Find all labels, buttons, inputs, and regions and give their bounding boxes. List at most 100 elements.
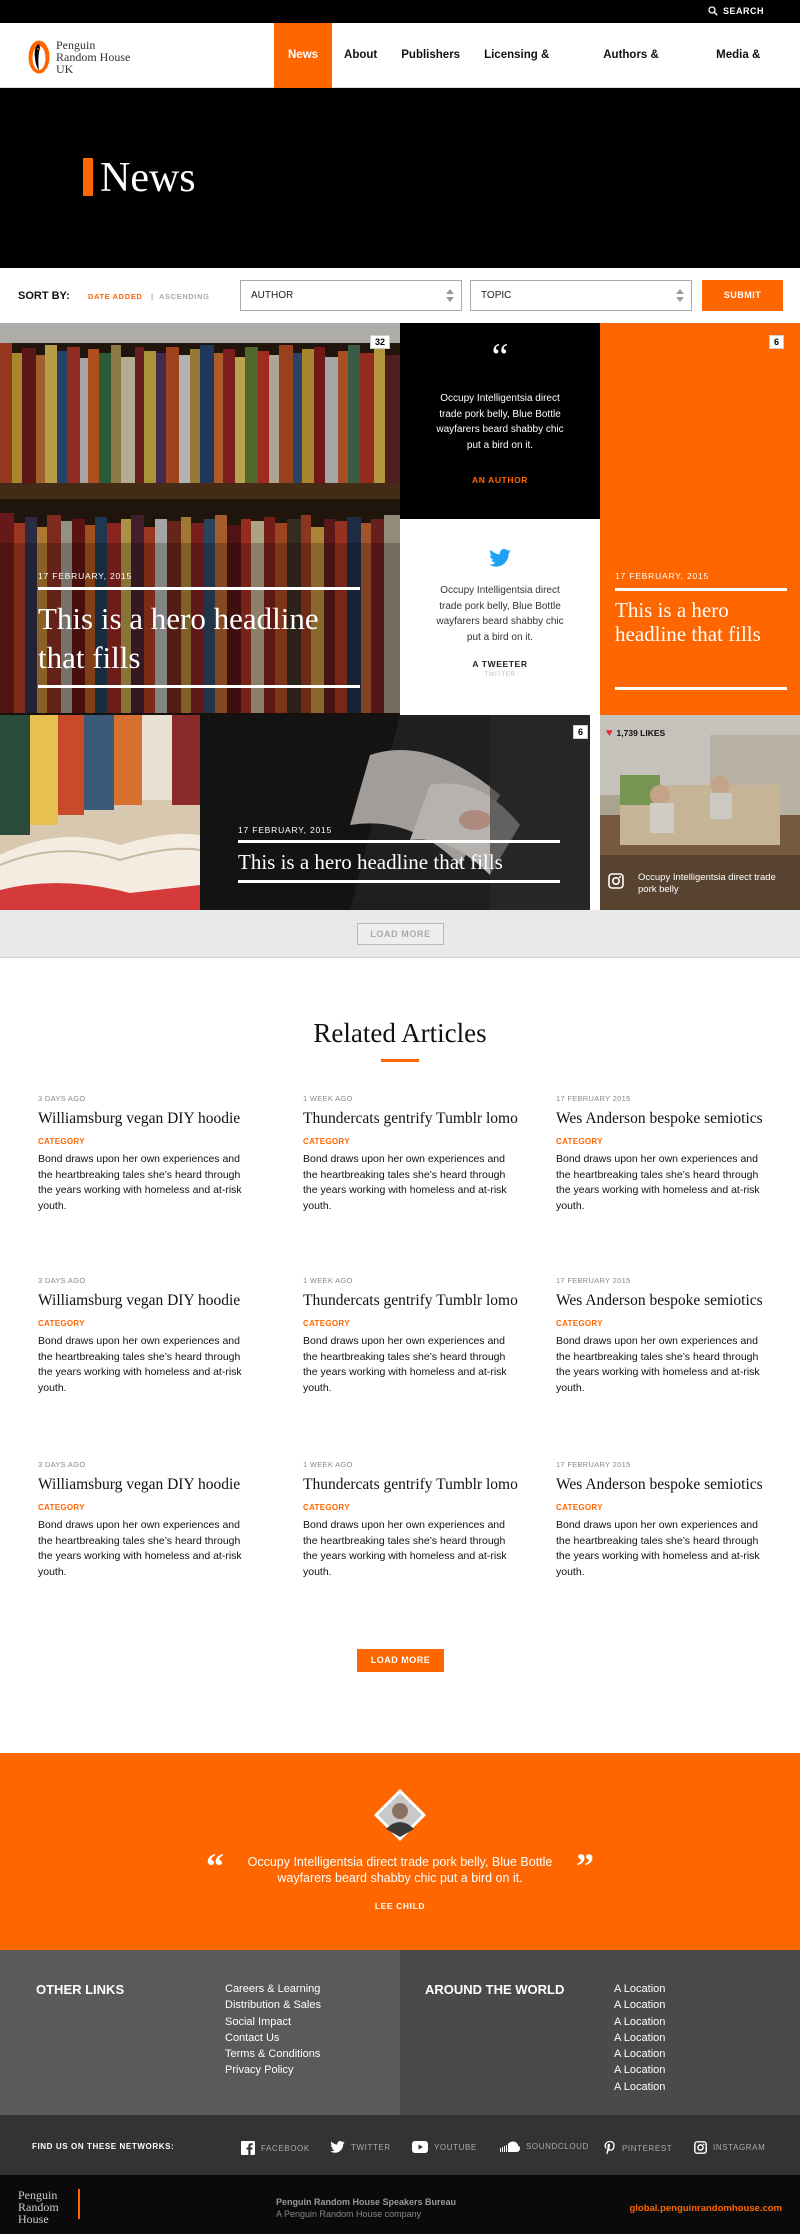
pinterest-icon (604, 2141, 615, 2155)
pinterest-link[interactable]: PINTEREST (604, 2141, 672, 2155)
article-title[interactable]: Wes Anderson bespoke semiotics (556, 1475, 771, 1495)
load-more-articles-button[interactable]: LOAD MORE (357, 1649, 444, 1672)
link-social-impact[interactable]: Social Impact (225, 2014, 321, 2030)
article-category[interactable]: CATEGORY (303, 1319, 518, 1328)
hero-tile-bookshelf[interactable]: 32 17 FEBRUARY, 2015 This is a hero head… (0, 323, 400, 715)
article-title[interactable]: Wes Anderson bespoke semiotics (556, 1109, 771, 1129)
article-category[interactable]: CATEGORY (38, 1503, 253, 1512)
article-category[interactable]: CATEGORY (303, 1503, 518, 1512)
wide-headline-tile[interactable]: 6 17 FEBRUARY, 2015 This is a hero headl… (200, 715, 590, 910)
hero-rule-bottom (38, 685, 360, 688)
soundcloud-link[interactable]: SOUNDCLOUD (500, 2141, 589, 2152)
article-body: Bond draws upon her own experiences and … (556, 1153, 760, 1212)
load-more-button[interactable]: LOAD MORE (357, 923, 444, 945)
main-header: Penguin Random House UK News About Publi… (0, 23, 800, 126)
article-title[interactable]: Williamsburg vegan DIY hoodie (38, 1109, 253, 1129)
topic-select[interactable]: TOPIC (470, 280, 692, 311)
article-card[interactable]: 1 WEEK AGO Thundercats gentrify Tumblr l… (303, 1094, 518, 1214)
instagram-label: INSTAGRAM (713, 2143, 766, 2152)
location-link[interactable]: A Location (614, 2046, 665, 2062)
article-card[interactable]: 17 FEBRUARY 2015 Wes Anderson bespoke se… (556, 1094, 771, 1214)
nav-authors-agents[interactable]: Authors & Agents (591, 23, 704, 126)
twitter-icon (330, 2141, 345, 2153)
link-careers[interactable]: Careers & Learning (225, 1981, 321, 1997)
link-terms[interactable]: Terms & Conditions (225, 2046, 321, 2062)
open-book-tile[interactable] (0, 715, 200, 910)
orange-rule-bottom (615, 687, 787, 690)
sort-ascending[interactable]: ASCENDING (159, 292, 209, 301)
select-arrows-icon (676, 289, 684, 302)
article-card[interactable]: 17 FEBRUARY 2015 Wes Anderson bespoke se… (556, 1276, 771, 1396)
location-link[interactable]: A Location (614, 2079, 665, 2095)
location-link[interactable]: A Location (614, 2014, 665, 2030)
article-card[interactable]: 3 DAYS AGO Williamsburg vegan DIY hoodie… (38, 1094, 253, 1214)
article-card[interactable]: 1 WEEK AGO Thundercats gentrify Tumblr l… (303, 1276, 518, 1396)
youtube-link[interactable]: YOUTUBE (412, 2141, 477, 2153)
location-link[interactable]: A Location (614, 2030, 665, 2046)
search-icon (708, 6, 718, 16)
article-title[interactable]: Williamsburg vegan DIY hoodie (38, 1475, 253, 1495)
article-category[interactable]: CATEGORY (556, 1503, 771, 1512)
nav-publishers[interactable]: Publishers (389, 23, 472, 88)
article-card[interactable]: 3 DAYS AGO Williamsburg vegan DIY hoodie… (38, 1460, 253, 1580)
article-category[interactable]: CATEGORY (38, 1137, 253, 1146)
global-site-link[interactable]: global.penguinrandomhouse.com (629, 2203, 782, 2214)
article-category[interactable]: CATEGORY (38, 1319, 253, 1328)
tweet-source: TWITTER (484, 672, 516, 678)
article-category[interactable]: CATEGORY (556, 1319, 771, 1328)
article-card[interactable]: 3 DAYS AGO Williamsburg vegan DIY hoodie… (38, 1276, 253, 1396)
speakers-bureau-link[interactable]: Penguin Random House Speakers Bureau (276, 2197, 456, 2207)
location-link[interactable]: A Location (614, 1981, 665, 1997)
facebook-link[interactable]: FACEBOOK (241, 2141, 310, 2155)
quote-tile[interactable]: “ Occupy Intelligentsia direct trade por… (400, 323, 600, 519)
youtube-label: YOUTUBE (434, 2142, 477, 2152)
search-link[interactable]: SEARCH (708, 6, 764, 16)
article-age: 1 WEEK AGO (303, 1460, 353, 1469)
article-title[interactable]: Thundercats gentrify Tumblr lomo (303, 1475, 518, 1495)
article-title[interactable]: Thundercats gentrify Tumblr lomo (303, 1291, 518, 1311)
around-world-panel (400, 1950, 800, 2115)
tweet-tile[interactable]: Occupy Intelligentsia direct trade pork … (400, 519, 600, 715)
link-contact[interactable]: Contact Us (225, 2030, 321, 2046)
twitter-link[interactable]: TWITTER (330, 2141, 391, 2153)
author-select[interactable]: AUTHOR (240, 280, 462, 311)
top-bar: SEARCH (0, 0, 800, 23)
location-link[interactable]: A Location (614, 2062, 665, 2078)
orange-rule-top (615, 588, 787, 591)
facebook-label: FACEBOOK (261, 2143, 310, 2153)
likes-count: 1,739 LIKES (616, 728, 666, 738)
article-title[interactable]: Wes Anderson bespoke semiotics (556, 1291, 771, 1311)
footer-logo[interactable]: Penguin Random House (18, 2189, 59, 2225)
nav-news[interactable]: News (274, 23, 333, 88)
instagram-link[interactable]: INSTAGRAM (694, 2141, 765, 2154)
instagram-tile[interactable]: ♥ 1,739 LIKES Occupy Intelligentsia dire… (600, 715, 800, 910)
nav-about[interactable]: About (332, 23, 389, 88)
article-title[interactable]: Williamsburg vegan DIY hoodie (38, 1291, 253, 1311)
article-category[interactable]: CATEGORY (556, 1137, 771, 1146)
instagram-caption: Occupy Intelligentsia direct trade pork … (638, 872, 776, 895)
author-avatar (374, 1789, 426, 1841)
comment-count-badge: 6 (769, 335, 785, 349)
open-book-image (0, 715, 200, 910)
quote-mark-icon: “ (491, 336, 509, 378)
sort-date-added[interactable]: DATE ADDED (88, 292, 142, 301)
likes-counter: ♥ 1,739 LIKES (606, 727, 665, 739)
instagram-icon (608, 873, 624, 889)
quote-band: “ ” Occupy Intelligentsia direct trade p… (0, 1753, 800, 1950)
article-age: 1 WEEK AGO (303, 1276, 353, 1285)
article-title[interactable]: Thundercats gentrify Tumblr lomo (303, 1109, 518, 1129)
article-body: Bond draws upon her own experiences and … (303, 1335, 507, 1394)
nav-media-press[interactable]: Media & Press (704, 23, 800, 126)
article-category[interactable]: CATEGORY (303, 1137, 518, 1146)
site-logo[interactable]: Penguin Random House UK (28, 39, 130, 75)
submit-button[interactable]: SUBMIT (702, 280, 783, 311)
article-card[interactable]: 1 WEEK AGO Thundercats gentrify Tumblr l… (303, 1460, 518, 1580)
orange-headline-tile[interactable]: 6 17 FEBRUARY, 2015 This is a hero headl… (600, 323, 800, 715)
location-link[interactable]: A Location (614, 1997, 665, 2013)
link-distribution[interactable]: Distribution & Sales (225, 1997, 321, 2013)
link-privacy[interactable]: Privacy Policy (225, 2062, 321, 2078)
wide-rule-top (238, 840, 560, 843)
article-card[interactable]: 17 FEBRUARY 2015 Wes Anderson bespoke se… (556, 1460, 771, 1580)
nav-licensing-rights[interactable]: Licensing & Rights (472, 23, 591, 126)
pinterest-label: PINTEREST (622, 2143, 673, 2153)
